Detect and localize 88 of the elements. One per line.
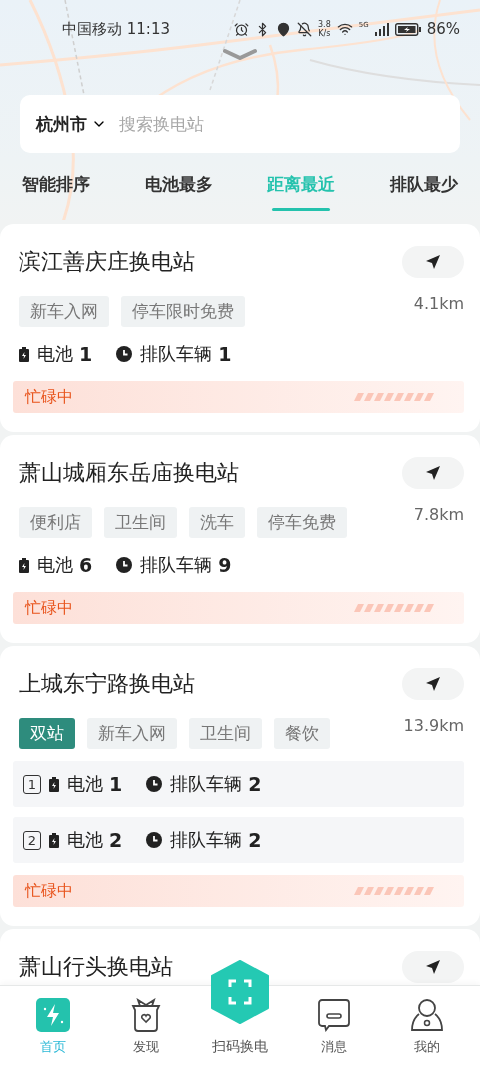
queue-count: 2 <box>248 829 262 851</box>
nav-label: 消息 <box>320 1038 347 1056</box>
battery-charging-icon <box>394 22 421 36</box>
station-tag: 便利店 <box>19 507 92 538</box>
station-name: 滨江善庆庄换电站 <box>19 248 196 276</box>
navigate-button[interactable] <box>402 457 464 489</box>
queue-count: 2 <box>248 773 262 795</box>
navigation-arrow-icon <box>426 960 440 974</box>
speed-unit: K/s <box>318 29 331 38</box>
search-placeholder: 搜索换电站 <box>119 112 204 136</box>
station-name: 萧山行头换电站 <box>19 953 173 981</box>
station-tag: 洗车 <box>189 507 245 538</box>
battery-label: 电池 <box>67 772 103 796</box>
station-tag: 新车入网 <box>87 718 177 749</box>
battery-count: 1 <box>109 773 123 795</box>
clock-icon <box>146 776 163 792</box>
navigate-button[interactable] <box>402 951 464 983</box>
sort-tab[interactable]: 电池最多 <box>144 167 213 211</box>
sort-tab[interactable]: 排队最少 <box>389 167 458 211</box>
station-tag: 双站 <box>19 718 75 749</box>
navigation-arrow-icon <box>426 677 440 691</box>
location-icon <box>276 21 292 37</box>
battery-count: 2 <box>109 829 123 851</box>
city-selector[interactable]: 杭州市 <box>36 112 87 136</box>
station-distance: 4.1km <box>413 294 464 313</box>
nav-label: 首页 <box>39 1038 66 1056</box>
nav-label: 扫码换电 <box>212 1038 268 1056</box>
chat-icon <box>317 998 350 1032</box>
navigate-button[interactable] <box>402 668 464 700</box>
lightning-icon <box>35 998 70 1032</box>
station-tag: 停车限时免费 <box>121 296 245 327</box>
gift-heart-icon <box>130 998 163 1032</box>
battery-icon <box>19 346 29 362</box>
nav-label: 我的 <box>414 1038 441 1056</box>
station-tag: 停车免费 <box>257 507 347 538</box>
station-card[interactable]: 滨江善庆庄换电站 新车入网 停车限时免费 4.1km 电池 1 排队车辆 1 忙碌中 <box>0 224 480 432</box>
alarm-icon <box>234 21 250 37</box>
station-distance: 7.8km <box>413 505 464 524</box>
battery-icon <box>19 557 29 573</box>
queue-label: 排队车辆 <box>170 828 243 852</box>
station-tag: 卫生间 <box>189 718 262 749</box>
carrier-time: 中国移动 11:13 <box>62 19 170 39</box>
navigate-button[interactable] <box>402 246 464 278</box>
chevron-down-icon[interactable] <box>222 48 258 60</box>
battery-icon <box>49 776 59 792</box>
busy-status: 忙碌中 <box>25 386 73 408</box>
nav-label: 发现 <box>133 1038 160 1056</box>
station-tag: 餐饮 <box>274 718 330 749</box>
nav-item[interactable]: 我的 <box>387 998 468 1056</box>
bell-off-icon <box>297 21 313 37</box>
user-icon <box>410 998 445 1032</box>
queue-count: 9 <box>218 554 232 576</box>
station-tag: 卫生间 <box>104 507 177 538</box>
speed-value: 3.8 <box>318 20 331 29</box>
battery-label: 电池 <box>37 342 73 366</box>
station-name: 萧山城厢东岳庙换电站 <box>19 459 240 487</box>
clock-icon <box>116 346 133 362</box>
busy-status: 忙碌中 <box>25 597 73 619</box>
battery-label: 电池 <box>37 553 73 577</box>
sort-tab[interactable]: 智能排序 <box>22 167 90 211</box>
busy-status: 忙碌中 <box>25 880 73 902</box>
navigation-arrow-icon <box>426 466 440 480</box>
station-name: 上城东宁路换电站 <box>19 670 196 698</box>
queue-label: 排队车辆 <box>170 772 243 796</box>
station-distance: 13.9km <box>403 716 464 735</box>
clock-icon <box>116 557 133 573</box>
battery-percent: 86% <box>426 20 460 38</box>
station-card[interactable]: 萧山城厢东岳庙换电站 便利店 卫生间 洗车 停车免费 7.8km 电池 6 排队车辆 9 忙碌中 <box>0 435 480 643</box>
station-card[interactable]: 萧山行头换电站 <box>0 929 480 985</box>
queue-label: 排队车辆 <box>140 553 213 577</box>
queue-label: 排队车辆 <box>140 342 213 366</box>
nav-item[interactable]: 消息 <box>293 998 374 1056</box>
search-field[interactable]: 杭州市 搜索换电站 <box>20 95 460 153</box>
queue-count: 1 <box>218 343 232 365</box>
station-card[interactable]: 上城东宁路换电站 双站 新车入网 卫生间 餐饮 13.9km 1 电池 1 排队车辆 2 2 电池 2 排队车辆 2 忙碌中 <box>0 646 480 926</box>
bay-number: 1 <box>23 774 41 794</box>
nav-item[interactable]: 发现 <box>106 998 187 1056</box>
battery-icon <box>49 832 59 848</box>
battery-label: 电池 <box>67 828 103 852</box>
signal-icon <box>374 22 389 36</box>
battery-count: 1 <box>79 343 93 365</box>
bay-number: 2 <box>23 830 41 850</box>
navigation-arrow-icon <box>426 255 440 269</box>
scan-nav-item[interactable]: 扫码换电 <box>200 1038 280 1056</box>
clock-icon <box>146 832 163 848</box>
wifi-icon <box>336 21 353 37</box>
station-tag: 新车入网 <box>19 296 109 327</box>
battery-count: 6 <box>79 554 93 576</box>
